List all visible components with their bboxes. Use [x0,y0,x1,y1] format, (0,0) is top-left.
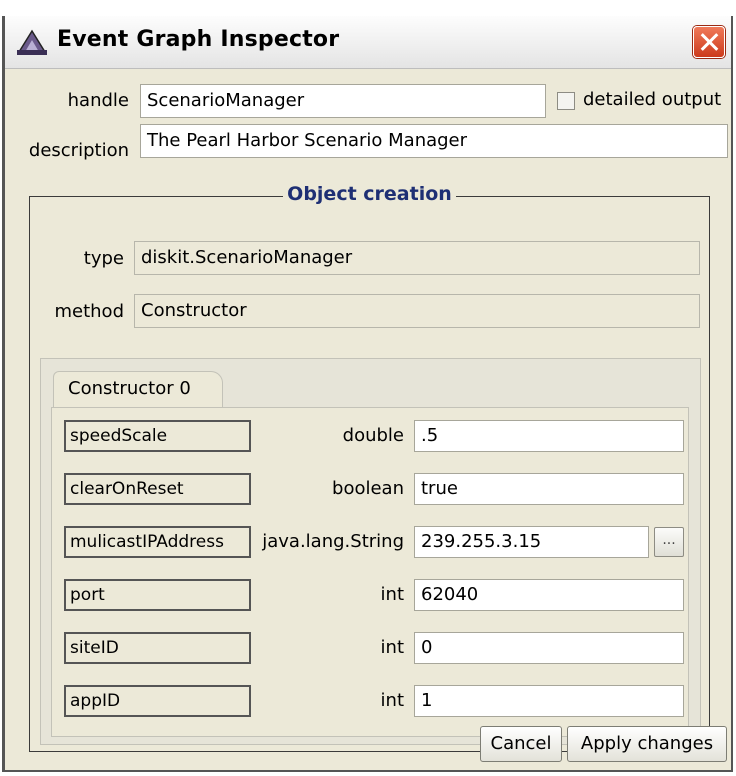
description-input[interactable]: The Pearl Harbor Scenario Manager [140,124,728,158]
param-name-clearonreset: clearOnReset [64,473,251,505]
param-name-siteid: siteID [64,632,251,664]
param-type: int [380,690,404,711]
method-field: Constructor [134,294,700,328]
cancel-button[interactable]: Cancel [480,726,562,762]
apply-changes-button[interactable]: Apply changes [567,726,727,762]
param-name-multicastipaddress: mulicastIPAddress [64,526,251,558]
description-label: description [28,140,129,161]
type-label: type [83,248,124,269]
detailed-output-checkbox[interactable] [557,92,575,110]
app-icon [17,29,47,55]
handle-input[interactable]: ScenarioManager [140,84,546,118]
param-name-port: port [64,579,251,611]
tab-constructor-0[interactable]: Constructor 0 [53,371,223,407]
type-field: diskit.ScenarioManager [134,241,700,275]
constructor-tab-pane: Constructor 0 speedScale double .5 clear… [40,358,701,745]
param-type: int [380,637,404,658]
object-creation-group: Object creation type diskit.ScenarioMana… [29,183,710,752]
param-type: int [380,584,404,605]
window-title: Event Graph Inspector [57,27,340,52]
detailed-output-label: detailed output [583,89,722,110]
object-creation-title: Object creation [283,183,456,205]
param-name-speedscale: speedScale [64,420,251,452]
handle-label: handle [67,90,129,111]
event-graph-inspector-window: Event Graph Inspector handle ScenarioMan… [2,16,733,772]
param-value-speedscale[interactable]: .5 [414,420,684,452]
constructor-parameters: speedScale double .5 clearOnReset boolea… [51,407,689,737]
close-icon[interactable] [693,26,725,58]
param-type: java.lang.String [262,531,404,552]
browse-button[interactable]: ... [654,527,684,557]
param-value-multicastipaddress[interactable]: 239.255.3.15 [414,526,649,558]
param-value-siteid[interactable]: 0 [414,632,684,664]
param-name-appid: appID [64,685,251,717]
param-value-clearonreset[interactable]: true [414,473,684,505]
param-value-appid[interactable]: 1 [414,685,684,717]
title-bar: Event Graph Inspector [5,16,731,69]
method-label: method [54,301,124,322]
param-type: boolean [332,478,404,499]
param-value-port[interactable]: 62040 [414,579,684,611]
param-type: double [342,425,404,446]
